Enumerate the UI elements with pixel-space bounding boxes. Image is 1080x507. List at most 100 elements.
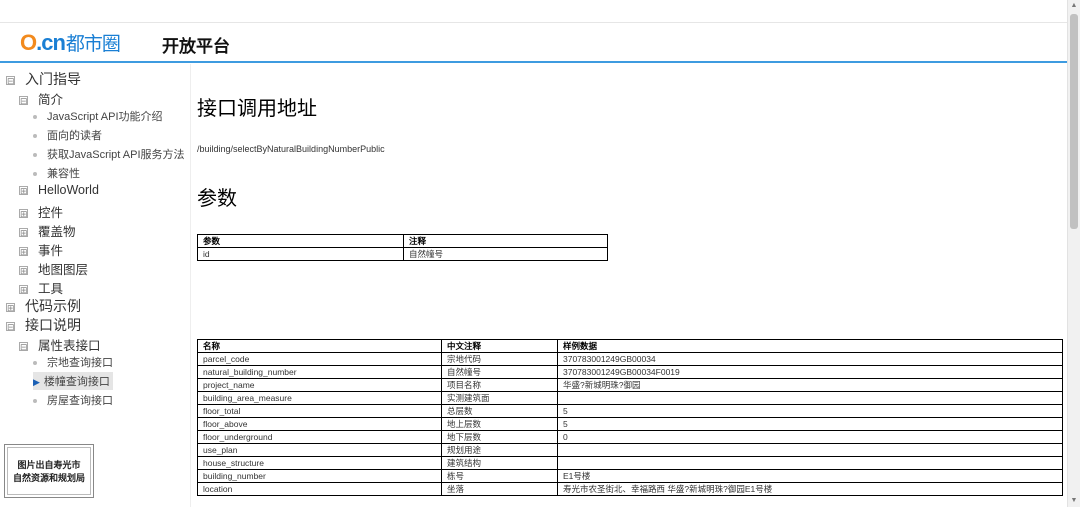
table-cell: 寿光市农圣街北、幸福路西 华盛?新城明珠?御园E1号楼 [557, 482, 1063, 496]
expand-icon[interactable]: ⊞ [19, 247, 28, 257]
sidebar-item-label: HelloWorld [38, 183, 99, 197]
scrollbar-thumb[interactable] [1070, 14, 1078, 229]
table-cell: 0 [557, 430, 1063, 444]
expand-icon[interactable]: ⊞ [19, 209, 28, 219]
table-cell: 栋号 [441, 469, 558, 483]
sidebar-item-audience[interactable]: 面向的读者 [33, 127, 102, 143]
table-cell: floor_underground [197, 430, 442, 444]
sidebar-item-tools[interactable]: ⊞ 工具 [19, 278, 63, 297]
bullet-icon [33, 153, 37, 158]
sidebar-item-getting-started[interactable]: ⊟ 入门指导 [6, 69, 81, 89]
table-header-cell: 样例数据 [557, 339, 1063, 353]
table-header-row: 名称 中文注释 样例数据 [197, 339, 1063, 353]
arrow-right-icon: ▶ [33, 376, 40, 387]
collapse-icon[interactable]: ⊟ [19, 96, 28, 106]
expand-icon[interactable]: ⊞ [19, 285, 28, 295]
site-logo[interactable]: O.cn都市圈 [20, 29, 121, 56]
sidebar-item-api-docs[interactable]: ⊟ 接口说明 [6, 315, 81, 335]
table-cell: building_number [197, 469, 442, 483]
expand-icon[interactable]: ⊞ [6, 302, 15, 312]
table-cell: 宗地代码 [441, 352, 558, 366]
table-cell: 370783001249GB00034F0019 [557, 365, 1063, 379]
params-table: 参数 注释 id 自然幢号 [197, 234, 608, 261]
table-header-cell: 注释 [403, 234, 608, 248]
scroll-down-icon[interactable]: ▼ [1068, 495, 1080, 507]
sidebar-item-parcel-query[interactable]: 宗地查询接口 [33, 354, 113, 370]
table-cell: 地上层数 [441, 417, 558, 431]
sidebar-item-house-query[interactable]: 房屋查询接口 [33, 392, 113, 408]
table-cell: 370783001249GB00034 [557, 352, 1063, 366]
bullet-icon [33, 115, 37, 120]
sidebar-item-label: 工具 [38, 282, 64, 296]
sidebar-tree: ⊟ 入门指导 ⊟ 简介 JavaScript API功能介绍 面向的读者 获取Jav… [0, 64, 191, 507]
sidebar-item-label: 接口说明 [25, 317, 81, 333]
table-row: project_name 项目名称 华盛?新城明珠?御园 [197, 378, 1063, 392]
sidebar-item-label: 楼幢查询接口 [43, 376, 110, 388]
sidebar-item-get-service[interactable]: 获取JavaScript API服务方法 [33, 146, 185, 162]
vertical-scrollbar[interactable]: ▲ ▼ [1067, 0, 1080, 507]
bullet-icon [33, 361, 37, 366]
expand-icon[interactable]: ⊞ [19, 186, 28, 196]
table-header-row: 参数 注释 [197, 234, 608, 248]
table-cell: building_area_measure [197, 391, 442, 405]
sidebar-item-label: 入门指导 [25, 71, 81, 87]
expand-icon[interactable]: ⊞ [19, 228, 28, 238]
sidebar-item-label: 兼容性 [47, 168, 80, 180]
sidebar-item-map-layers[interactable]: ⊞ 地图图层 [19, 259, 88, 278]
table-cell: house_structure [197, 456, 442, 470]
expand-icon[interactable]: ⊞ [19, 266, 28, 276]
sidebar-item-label: JavaScript API功能介绍 [47, 111, 163, 123]
table-cell: 坐落 [441, 482, 558, 496]
table-cell: floor_above [197, 417, 442, 431]
section-title-params: 参数 [197, 188, 237, 210]
badge-line-2: 自然资源和规划局 [12, 473, 85, 483]
sidebar-item-controls[interactable]: ⊞ 控件 [19, 202, 63, 221]
table-cell [557, 456, 1063, 470]
table-row: floor_total 总层数 5 [197, 404, 1063, 418]
sidebar-item-api-features[interactable]: JavaScript API功能介绍 [33, 108, 163, 124]
main-content: 接口调用地址 /building/selectByNaturalBuilding… [197, 64, 1065, 507]
endpoint-path: /building/selectByNaturalBuildingNumberP… [197, 144, 385, 154]
sidebar-item-events[interactable]: ⊞ 事件 [19, 240, 63, 259]
scroll-up-icon[interactable]: ▲ [1068, 0, 1080, 12]
section-title-endpoint: 接口调用地址 [197, 98, 317, 120]
sidebar-item-overlays[interactable]: ⊞ 覆盖物 [19, 221, 76, 240]
table-row: natural_building_number 自然幢号 370783001249G… [197, 365, 1063, 379]
table-cell: 5 [557, 417, 1063, 431]
sidebar-item-code-examples[interactable]: ⊞ 代码示例 [6, 296, 81, 316]
logo-city: 都市圈 [65, 34, 121, 55]
table-row: house_structure 建筑结构 [197, 456, 1063, 470]
table-cell: 总层数 [441, 404, 558, 418]
table-cell: E1号楼 [557, 469, 1063, 483]
collapse-icon[interactable]: ⊟ [6, 321, 15, 331]
table-row: building_area_measure 实测建筑面 [197, 391, 1063, 405]
table-cell: location [197, 482, 442, 496]
table-cell: 规划用途 [441, 443, 558, 457]
badge-line-1: 图片出自寿光市 [17, 460, 81, 470]
sidebar-item-label: 代码示例 [25, 298, 81, 314]
sidebar-item-label: 宗地查询接口 [47, 357, 113, 369]
table-row: building_number 栋号 E1号楼 [197, 469, 1063, 483]
table-cell: 项目名称 [441, 378, 558, 392]
fields-table: 名称 中文注释 样例数据 parcel_code 宗地代码 370783001249… [197, 339, 1063, 496]
table-cell: id [197, 247, 404, 261]
sidebar-item-label: 简介 [38, 93, 64, 107]
sidebar-item-compatibility[interactable]: 兼容性 [33, 165, 80, 181]
table-header-cell: 参数 [197, 234, 404, 248]
table-cell: 建筑结构 [441, 456, 558, 470]
site-header: O.cn都市圈 开放平台 [0, 23, 1068, 63]
browser-top-strip [0, 0, 1068, 23]
sidebar-item-helloworld[interactable]: ⊞ HelloWorld [19, 183, 99, 197]
image-source-badge: 图片出自寿光市 自然资源和规划局 [4, 444, 94, 498]
table-row: floor_above 地上层数 5 [197, 417, 1063, 431]
table-row: id 自然幢号 [197, 247, 608, 261]
table-header-cell: 名称 [197, 339, 442, 353]
sidebar-item-building-query[interactable]: ▶ 楼幢查询接口 [33, 372, 113, 390]
sidebar-item-intro[interactable]: ⊟ 简介 [19, 89, 63, 108]
collapse-icon[interactable]: ⊟ [19, 342, 28, 352]
table-cell: 地下层数 [441, 430, 558, 444]
sidebar-item-label: 覆盖物 [38, 225, 76, 239]
sidebar-item-attribute-api[interactable]: ⊟ 属性表接口 [19, 335, 101, 354]
collapse-icon[interactable]: ⊟ [6, 75, 15, 85]
table-cell: 自然幢号 [441, 365, 558, 379]
